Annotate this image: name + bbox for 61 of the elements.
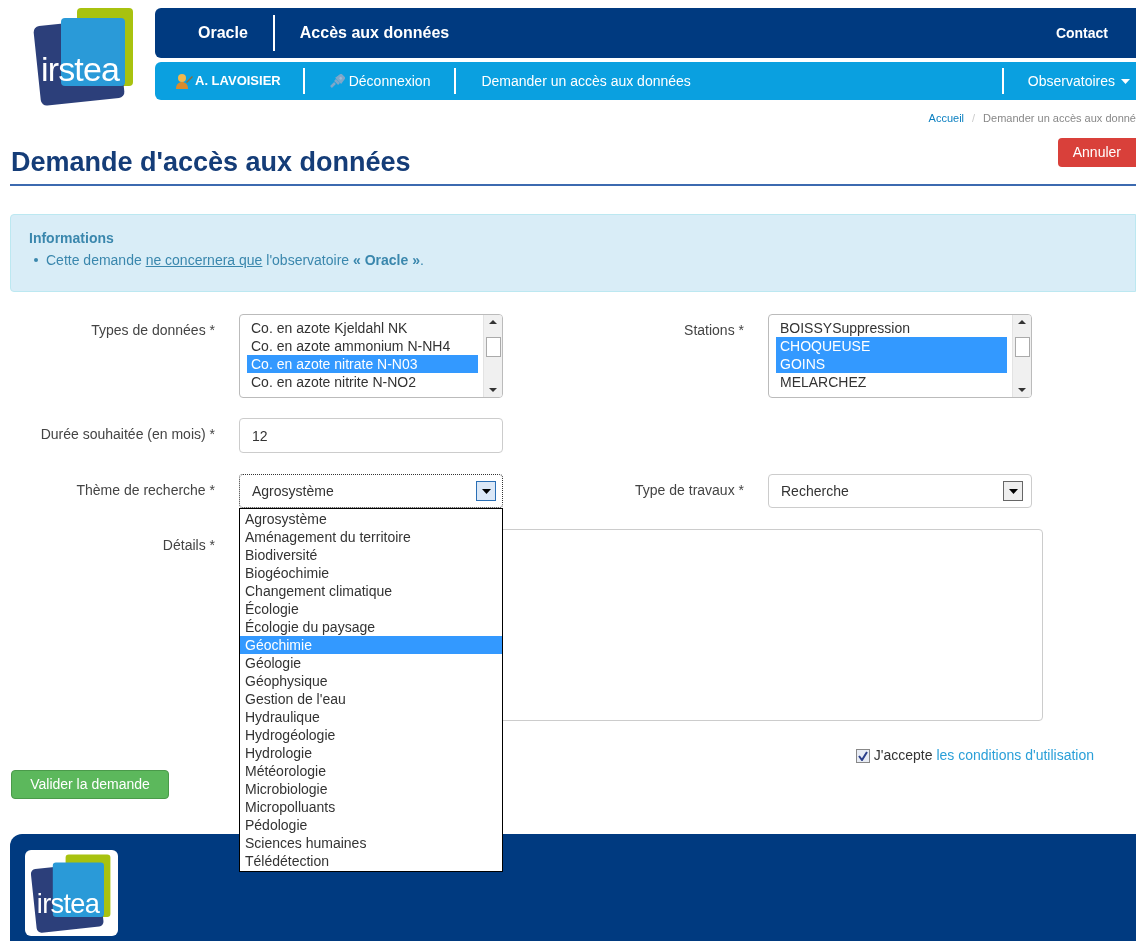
caret-icon [1121, 78, 1130, 84]
dropdown-option[interactable]: Géologie [240, 654, 502, 672]
list-option[interactable]: Co. en azote ammonium N-NH4 [247, 337, 478, 355]
nav-link[interactable]: Oracle [155, 21, 273, 45]
info-text: Cette demande ne concernera que l'observatoire « Oracle ». [46, 251, 424, 269]
dropdown-option[interactable]: Gestion de l'eau [240, 690, 502, 708]
plug-icon [328, 74, 345, 88]
field-label: Thème de recherche * [76, 482, 215, 498]
nav-link[interactable]: Contact [1055, 22, 1136, 44]
breadcrumb-link[interactable]: Accueil [928, 109, 965, 127]
page-title: Demande d'accès aux données [10, 145, 411, 179]
list-option[interactable]: MELARCHEZ [776, 373, 1007, 391]
list-option[interactable]: BOISSYSuppression [776, 319, 1007, 337]
duration-input[interactable]: 12 [239, 418, 503, 453]
terms-checkbox[interactable] [855, 748, 870, 763]
terms-text: J'accepte [873, 746, 933, 765]
scrollbar-thumb[interactable] [485, 337, 501, 357]
scrollbar[interactable] [483, 315, 502, 397]
caret-icon [1008, 488, 1018, 494]
dropdown-option[interactable]: Météorologie [240, 762, 502, 780]
caret-icon [481, 488, 491, 494]
scroll-up-arrow-icon[interactable] [1018, 320, 1026, 324]
dropdown-option[interactable]: Télédétection [240, 852, 502, 870]
nav-link[interactable]: Accès aux données [274, 21, 450, 45]
dropdown-option[interactable]: Géophysique [240, 672, 502, 690]
scroll-up-arrow-icon[interactable] [489, 320, 497, 324]
dropdown-option[interactable]: Biogéochimie [240, 564, 502, 582]
dropdown-option[interactable]: Biodiversité [240, 546, 502, 564]
scroll-down-arrow-icon[interactable] [1018, 388, 1026, 392]
work-type-select[interactable]: Recherche [768, 474, 1032, 508]
info-heading: Informations [29, 229, 115, 247]
dropdown-option[interactable]: Agrosystème [240, 510, 502, 528]
logo-text: irstea [36, 889, 99, 917]
scrollbar[interactable] [1012, 315, 1031, 397]
field-label: Types de données * [91, 322, 215, 338]
dropdown-option[interactable]: Sciences humaines [240, 834, 502, 852]
list-option[interactable]: Co. en azote Kjeldahl NK [247, 319, 478, 337]
field-label: Stations * [684, 322, 744, 338]
field-label: Durée souhaitée (en mois) * [40, 426, 215, 442]
logo-text: irstea [41, 52, 120, 86]
field-label: Type de travaux * [635, 482, 744, 498]
user-icon [175, 73, 193, 89]
scroll-down-arrow-icon[interactable] [489, 388, 497, 392]
dropdown-option[interactable]: Microbiologie [240, 780, 502, 798]
dropdown-option[interactable]: Changement climatique [240, 582, 502, 600]
dropdown-option[interactable]: Micropolluants [240, 798, 502, 816]
list-option[interactable]: Co. en azote nitrite N-NO2 [247, 373, 478, 391]
dropdown-option[interactable]: Aménagement du territoire [240, 528, 502, 546]
dropdown-option[interactable]: Écologie [240, 600, 502, 618]
dropdown-option[interactable]: Écologie du paysage [240, 618, 502, 636]
dropdown-option[interactable]: Hydrologie [240, 744, 502, 762]
dropdown-option[interactable]: Hydraulique [240, 708, 502, 726]
cancel-button[interactable]: Annuler [1057, 138, 1136, 167]
field-label: Détails * [162, 537, 215, 553]
breadcrumb-current: Demander un accès aux donné [983, 110, 1136, 126]
dropdown-option[interactable]: Pédologie [240, 816, 502, 834]
multi-select-list[interactable]: BOISSYSuppression CHOQUEUSE GOINS MELARCHEZ [768, 314, 1032, 398]
scrollbar-thumb[interactable] [1014, 337, 1030, 357]
multi-select-list[interactable]: Co. en azote Kjeldahl NK Co. en azote ammonium N-NH4 Co. en azote nitrate N-N03 Co. en azote nitrite N-NO2 [239, 314, 503, 398]
dropdown-option[interactable]: Hydrogéologie [240, 726, 502, 744]
breadcrumb-separator: / [972, 110, 976, 126]
